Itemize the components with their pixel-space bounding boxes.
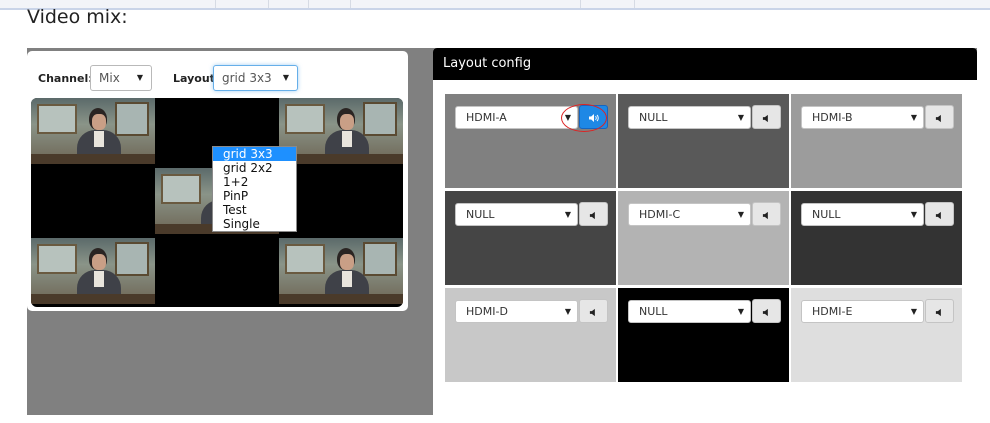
layout-cell: HDMI-D ▼: [445, 288, 616, 382]
source-select-value: NULL: [639, 305, 668, 318]
audio-toggle-button[interactable]: [925, 299, 954, 323]
workspace: Channel: Mix ▼ Layout: grid 3x3 ▼ grid 3…: [27, 48, 977, 423]
speaker-icon: [762, 302, 771, 321]
source-select-value: HDMI-A: [466, 111, 507, 124]
audio-toggle-button[interactable]: [925, 105, 954, 129]
layout-option[interactable]: Single: [213, 217, 296, 231]
speaker-icon: [935, 108, 944, 127]
speaker-icon: [935, 302, 944, 321]
source-select-value: NULL: [466, 208, 495, 221]
layout-cell: HDMI-B ▼: [791, 94, 962, 188]
speaker-icon: [589, 205, 598, 224]
layout-config-panel: Layout config HDMI-A ▼ NULL ▼ HDMI-B ▼ NULL ▼ HD…: [433, 48, 977, 423]
page-heading: Video mix:: [27, 6, 128, 28]
layout-option[interactable]: PinP: [213, 189, 296, 203]
source-select-value: HDMI-C: [639, 208, 681, 221]
layout-config-grid: HDMI-A ▼ NULL ▼ HDMI-B ▼ NULL ▼ HDMI-C ▼ NULL ▼ HDMI…: [445, 94, 963, 384]
source-select-value: HDMI-D: [466, 305, 508, 318]
video-thumbnail: [31, 98, 155, 164]
chevron-down-icon: ▼: [136, 73, 143, 82]
layout-option[interactable]: Test: [213, 203, 296, 217]
source-select[interactable]: NULL ▼: [455, 203, 578, 226]
audio-toggle-button[interactable]: [925, 202, 954, 226]
video-thumbnail: [31, 238, 155, 304]
chevron-down-icon: ▼: [737, 307, 744, 316]
chevron-down-icon: ▼: [282, 73, 289, 82]
source-select-value: HDMI-E: [812, 305, 853, 318]
layout-dropdown-list: grid 3x3 grid 2x2 1+2 PinP Test Single: [212, 146, 297, 232]
audio-toggle-button[interactable]: [579, 202, 608, 226]
speaker-icon: [762, 108, 771, 127]
layout-option[interactable]: grid 2x2: [213, 161, 296, 175]
source-select-value: HDMI-B: [812, 111, 853, 124]
layout-cell: NULL ▼: [445, 191, 616, 285]
top-strip-tick: [268, 0, 269, 8]
top-strip: [0, 0, 990, 10]
source-select[interactable]: NULL ▼: [628, 300, 751, 323]
layout-cell: HDMI-A ▼: [445, 94, 616, 188]
layout-cell: HDMI-C ▼: [618, 191, 789, 285]
source-select-value: NULL: [812, 208, 841, 221]
source-select[interactable]: HDMI-E ▼: [801, 300, 924, 323]
chevron-down-icon: ▼: [564, 307, 571, 316]
layout-select[interactable]: grid 3x3 ▼: [213, 65, 298, 91]
layout-cell: NULL ▼: [618, 94, 789, 188]
audio-toggle-button[interactable]: [579, 299, 608, 323]
speaker-icon: [762, 205, 771, 224]
audio-toggle-button[interactable]: [752, 105, 781, 129]
layout-cell: NULL ▼: [618, 288, 789, 382]
top-strip-tick: [215, 0, 216, 8]
chevron-down-icon: ▼: [737, 210, 744, 219]
source-select[interactable]: NULL ▼: [628, 106, 751, 129]
channel-select[interactable]: Mix ▼: [90, 65, 152, 91]
layout-option[interactable]: 1+2: [213, 175, 296, 189]
chevron-down-icon: ▼: [564, 210, 571, 219]
layout-config-title: Layout config: [433, 48, 977, 80]
top-strip-tick: [350, 0, 351, 8]
top-strip-tick: [634, 0, 635, 8]
preview-panel: Channel: Mix ▼ Layout: grid 3x3 ▼ grid 3…: [27, 51, 408, 311]
layout-cell: HDMI-E ▼: [791, 288, 962, 382]
source-select-value: NULL: [639, 111, 668, 124]
source-select[interactable]: NULL ▼: [801, 203, 924, 226]
top-strip-tick: [308, 0, 309, 8]
highlight-annotation: [561, 104, 607, 132]
layout-option[interactable]: grid 3x3: [213, 147, 296, 161]
channel-label: Channel:: [38, 72, 93, 85]
video-thumbnail: [279, 98, 403, 164]
source-select[interactable]: HDMI-C ▼: [628, 203, 751, 226]
layout-select-value: grid 3x3: [222, 71, 272, 85]
speaker-icon: [589, 302, 598, 321]
chevron-down-icon: ▼: [910, 113, 917, 122]
speaker-icon: [935, 205, 944, 224]
chevron-down-icon: ▼: [910, 307, 917, 316]
source-select[interactable]: HDMI-D ▼: [455, 300, 578, 323]
channel-select-value: Mix: [99, 71, 120, 85]
audio-toggle-button[interactable]: [752, 299, 781, 323]
layout-cell: NULL ▼: [791, 191, 962, 285]
video-thumbnail: [279, 238, 403, 304]
source-select[interactable]: HDMI-A ▼: [455, 106, 578, 129]
chevron-down-icon: ▼: [910, 210, 917, 219]
chevron-down-icon: ▼: [737, 113, 744, 122]
top-strip-tick: [580, 0, 581, 8]
source-select[interactable]: HDMI-B ▼: [801, 106, 924, 129]
audio-toggle-button[interactable]: [752, 202, 781, 226]
